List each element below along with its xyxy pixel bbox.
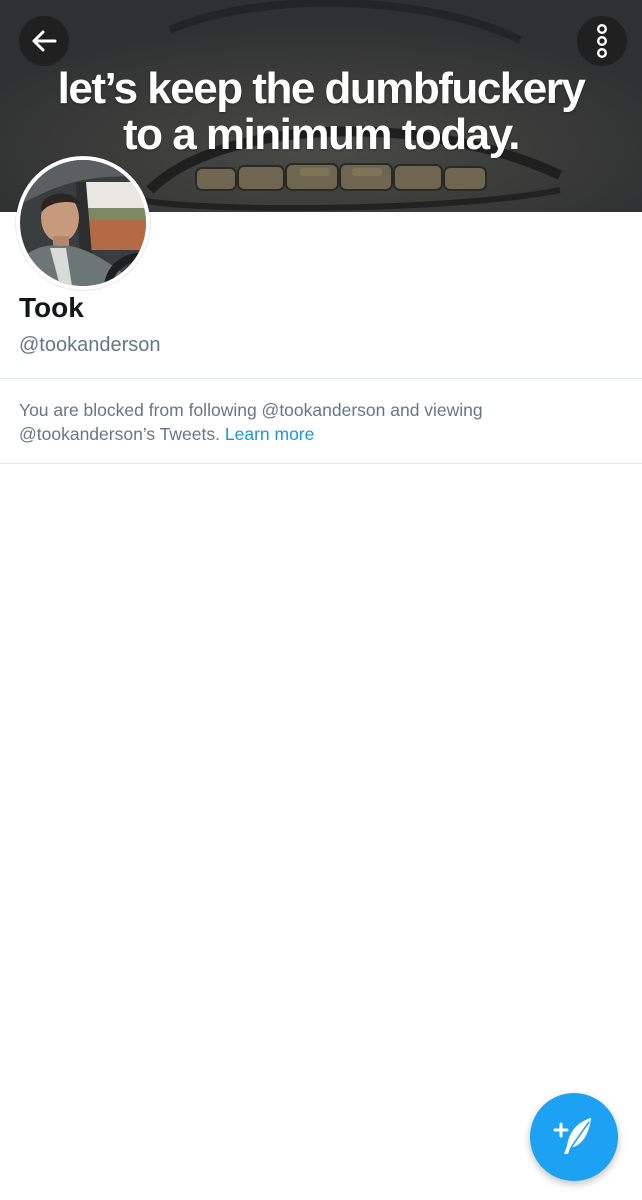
profile-screen: let’s keep the dumbfuckery to a minimum … bbox=[0, 0, 642, 1200]
back-button[interactable] bbox=[19, 16, 69, 66]
avatar-image bbox=[20, 160, 146, 286]
avatar[interactable] bbox=[16, 156, 150, 290]
banner-caption-line-2: to a minimum today. bbox=[122, 110, 521, 159]
banner-caption-line-1: let’s keep the dumbfuckery bbox=[57, 64, 586, 113]
compose-tweet-button[interactable] bbox=[530, 1093, 618, 1181]
avatar-photo bbox=[20, 160, 146, 286]
more-options-button[interactable] bbox=[577, 16, 627, 66]
vertical-dots-icon bbox=[596, 24, 607, 59]
divider bbox=[0, 378, 642, 379]
blocked-notice: You are blocked from following @tookande… bbox=[19, 398, 619, 446]
username-handle: @tookanderson bbox=[19, 334, 161, 356]
divider bbox=[0, 463, 642, 464]
arrow-left-icon bbox=[32, 30, 57, 52]
display-name: Took bbox=[19, 292, 84, 323]
compose-tweet-icon bbox=[553, 1118, 591, 1154]
learn-more-link[interactable]: Learn more bbox=[225, 424, 315, 444]
banner-caption: let’s keep the dumbfuckery to a minimum … bbox=[0, 66, 642, 158]
